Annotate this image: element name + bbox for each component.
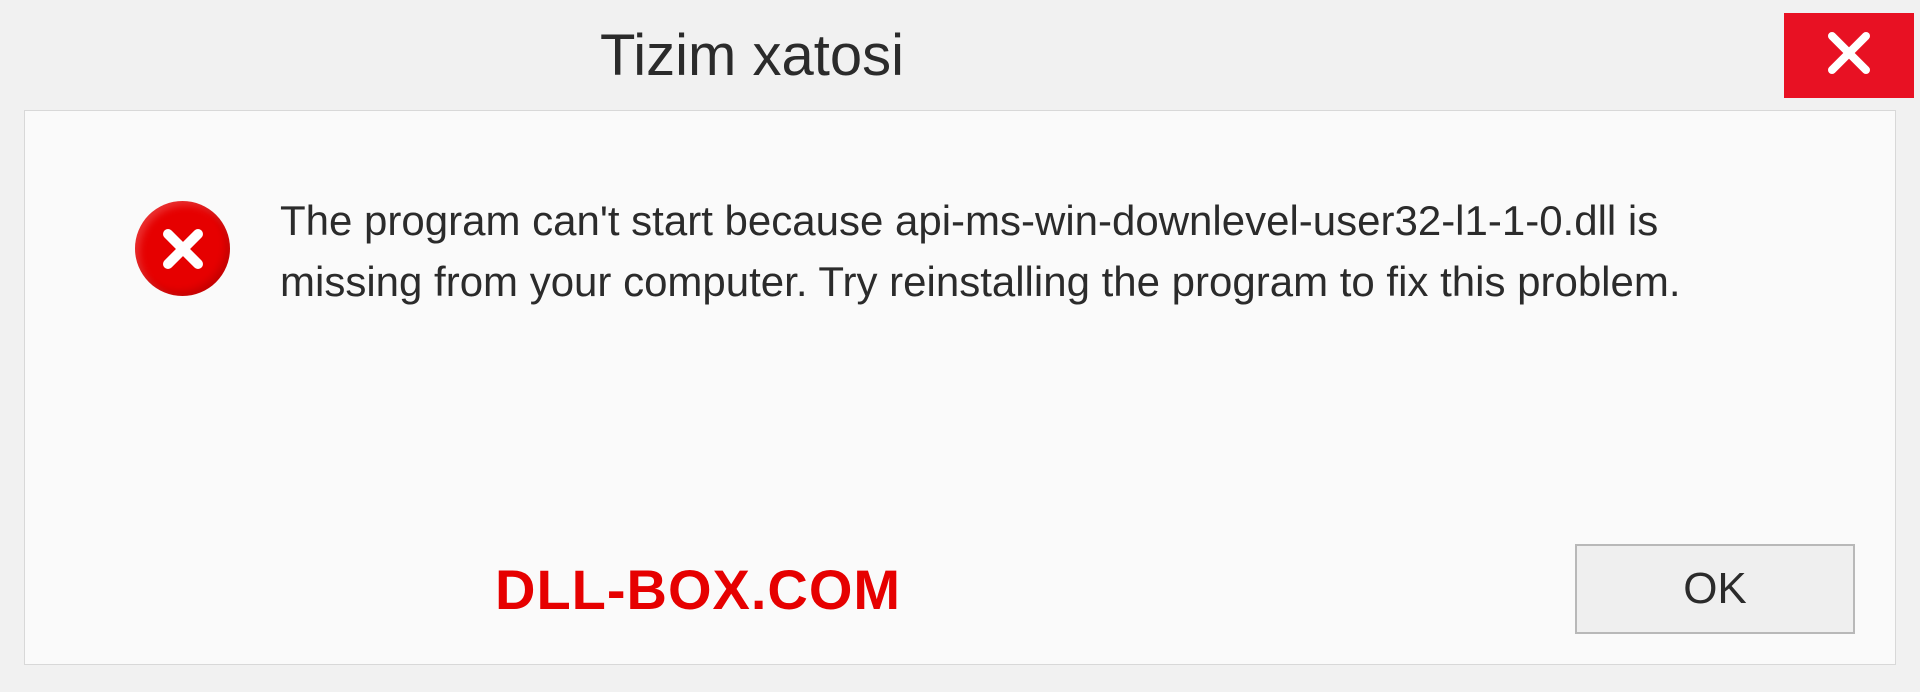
error-dialog: Tizim xatosi The program can't start b (0, 0, 1920, 692)
error-icon (135, 201, 230, 296)
ok-button[interactable]: OK (1575, 544, 1855, 634)
dialog-title: Tizim xatosi (600, 22, 904, 89)
close-icon (1824, 28, 1874, 83)
content-panel: The program can't start because api-ms-w… (24, 110, 1896, 665)
footer-row: DLL-BOX.COM OK (65, 544, 1855, 634)
message-row: The program can't start because api-ms-w… (65, 171, 1855, 313)
title-bar: Tizim xatosi (0, 0, 1920, 110)
close-button[interactable] (1784, 13, 1914, 98)
watermark-text: DLL-BOX.COM (65, 557, 901, 622)
error-message: The program can't start because api-ms-w… (280, 191, 1780, 313)
